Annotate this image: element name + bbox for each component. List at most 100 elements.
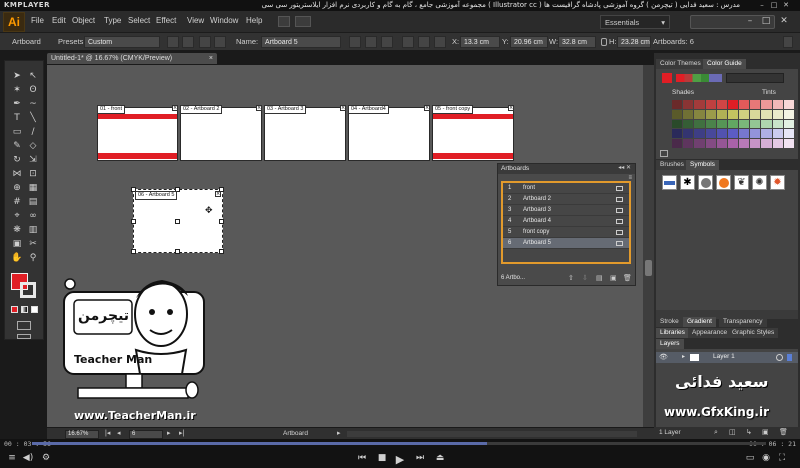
x-input[interactable]: 13.3 cm [460, 36, 500, 48]
menu-edit[interactable]: Edit [52, 16, 66, 25]
close-tab-icon[interactable]: × [209, 53, 213, 64]
paintbrush-tool-icon[interactable]: ∕ [26, 127, 40, 138]
color-variation-swatch[interactable] [672, 119, 683, 129]
menu-select[interactable]: Select [128, 16, 150, 25]
color-variation-swatch[interactable] [727, 129, 739, 139]
artboard-close-icon[interactable]: × [215, 191, 221, 197]
color-variation-swatch[interactable] [716, 129, 727, 139]
cross-hairs-icon[interactable] [418, 36, 430, 48]
color-variation-swatch[interactable] [705, 129, 716, 139]
color-variation-swatch[interactable] [761, 100, 772, 109]
color-variation-swatch[interactable] [783, 100, 794, 109]
center-mark-icon[interactable] [402, 36, 414, 48]
base-color-swatch[interactable] [662, 73, 672, 83]
color-variation-swatch[interactable] [727, 119, 739, 129]
landscape-icon[interactable] [182, 36, 194, 48]
artboard-row-selected[interactable]: 6 Artboard 5 [503, 238, 629, 249]
color-variation-swatch[interactable] [727, 139, 739, 148]
new-artboard-icon[interactable]: ▣ [610, 274, 617, 282]
zoom-tool-icon[interactable]: ⚲ [26, 253, 40, 264]
expand-icon[interactable]: ▸ [682, 353, 685, 360]
color-variation-swatch[interactable] [739, 100, 750, 109]
resize-handle[interactable] [219, 249, 224, 254]
capture-icon[interactable]: ◉ [760, 453, 772, 463]
resize-handle[interactable] [175, 249, 180, 254]
center-handle[interactable] [175, 219, 180, 224]
none-mode-icon[interactable] [31, 306, 38, 313]
color-variation-swatch[interactable] [772, 119, 783, 129]
layer-target-icon[interactable] [776, 354, 783, 361]
free-transform-tool-icon[interactable]: ⊡ [26, 169, 40, 180]
resize-handle[interactable] [131, 249, 136, 254]
color-variation-swatch[interactable] [761, 129, 772, 139]
color-variation-swatch[interactable] [683, 109, 694, 119]
direct-selection-tool-icon[interactable]: ↖ [26, 71, 40, 82]
color-variation-swatch[interactable] [672, 100, 683, 109]
color-variation-swatch[interactable] [705, 109, 716, 119]
artboard-3[interactable] [264, 107, 346, 161]
color-variation-swatch[interactable] [739, 109, 750, 119]
artboard-row[interactable]: 1 front [503, 183, 629, 194]
tab-brushes[interactable]: Brushes [656, 160, 688, 170]
layer-row[interactable]: 👁 ▸ Layer 1 [656, 352, 798, 363]
color-variation-swatch[interactable] [694, 109, 705, 119]
artboards-panel-header[interactable]: Artboards ◂◂ ✕ [498, 164, 635, 174]
color-variation-swatch[interactable] [772, 129, 783, 139]
color-variation-swatch[interactable] [705, 100, 716, 109]
next-icon[interactable]: ⏭ [414, 453, 426, 463]
vertical-scroll-thumb[interactable] [645, 260, 652, 276]
rearrange-icon[interactable]: ▤ [596, 274, 603, 282]
magic-wand-tool-icon[interactable]: ✶ [10, 85, 24, 96]
color-variation-swatch[interactable] [672, 139, 683, 148]
resize-handle[interactable] [131, 219, 136, 224]
new-sublayer-icon[interactable]: ↳ [746, 428, 752, 436]
width-tool-icon[interactable]: ⋈ [10, 169, 24, 180]
panel-collapse-icon[interactable]: ◂◂ ✕ [618, 164, 631, 171]
color-variation-swatch[interactable] [694, 100, 705, 109]
shape-builder-tool-icon[interactable]: ⊕ [10, 183, 24, 194]
tab-graphic-styles[interactable]: Graphic Styles [728, 328, 779, 338]
screen-mode-icon[interactable] [17, 334, 31, 339]
menu-effect[interactable]: Effect [156, 16, 176, 25]
prev-icon[interactable]: ⏮ [356, 453, 368, 463]
delete-layer-icon[interactable]: 🗑 [779, 428, 788, 436]
symbol-blue-banner[interactable] [662, 175, 677, 190]
make-clipping-mask-icon[interactable]: ◫ [729, 428, 736, 436]
eye-icon[interactable]: 👁 [659, 353, 668, 361]
artboard-close-icon[interactable]: × [340, 105, 346, 111]
harmony-rules-select[interactable] [726, 73, 784, 83]
workspace-switcher[interactable]: Essentials ▾ [600, 15, 670, 29]
column-graph-tool-icon[interactable]: ▥ [26, 225, 40, 236]
tab-gradient[interactable]: Gradient [683, 317, 716, 327]
move-up-icon[interactable]: ⇧ [568, 274, 574, 282]
artboard-close-icon[interactable]: × [424, 105, 430, 111]
tab-appearance[interactable]: Appearance [688, 328, 732, 338]
artboard-row[interactable]: 2 Artboard 2 [503, 194, 629, 205]
new-artboard-icon[interactable] [199, 36, 211, 48]
menu-object[interactable]: Object [72, 16, 95, 25]
tab-color-themes[interactable]: Color Themes [656, 59, 705, 69]
artboard-row[interactable]: 3 Artboard 3 [503, 205, 629, 216]
color-variation-swatch[interactable] [727, 109, 739, 119]
line-tool-icon[interactable]: ╲ [26, 113, 40, 124]
reference-point-icon[interactable] [381, 36, 393, 48]
color-variation-swatch[interactable] [683, 100, 694, 109]
symbol-swirl[interactable]: ✺ [752, 175, 767, 190]
player-close-icon[interactable]: ✕ [782, 1, 790, 9]
gradient-tool-icon[interactable]: ▤ [26, 197, 40, 208]
resize-handle[interactable] [219, 219, 224, 224]
color-variation-swatch[interactable] [694, 119, 705, 129]
menu-window[interactable]: Window [210, 16, 238, 25]
artboard-close-icon[interactable]: × [508, 105, 514, 111]
stop-icon[interactable]: ■ [376, 453, 388, 463]
color-variation-swatch[interactable] [716, 109, 727, 119]
color-variation-swatch[interactable] [705, 119, 716, 129]
pencil-tool-icon[interactable]: ✎ [10, 141, 24, 152]
color-variation-swatch[interactable] [750, 100, 761, 109]
symbol-splatter[interactable]: ✱ [680, 175, 695, 190]
eraser-tool-icon[interactable]: ◇ [26, 141, 40, 152]
trash-icon[interactable]: 🗑 [623, 274, 632, 282]
artboard-tool-icon[interactable]: ▣ [10, 239, 24, 250]
eject-icon[interactable]: ⏏ [434, 453, 446, 463]
playlist-icon[interactable]: ≡ [6, 453, 18, 463]
